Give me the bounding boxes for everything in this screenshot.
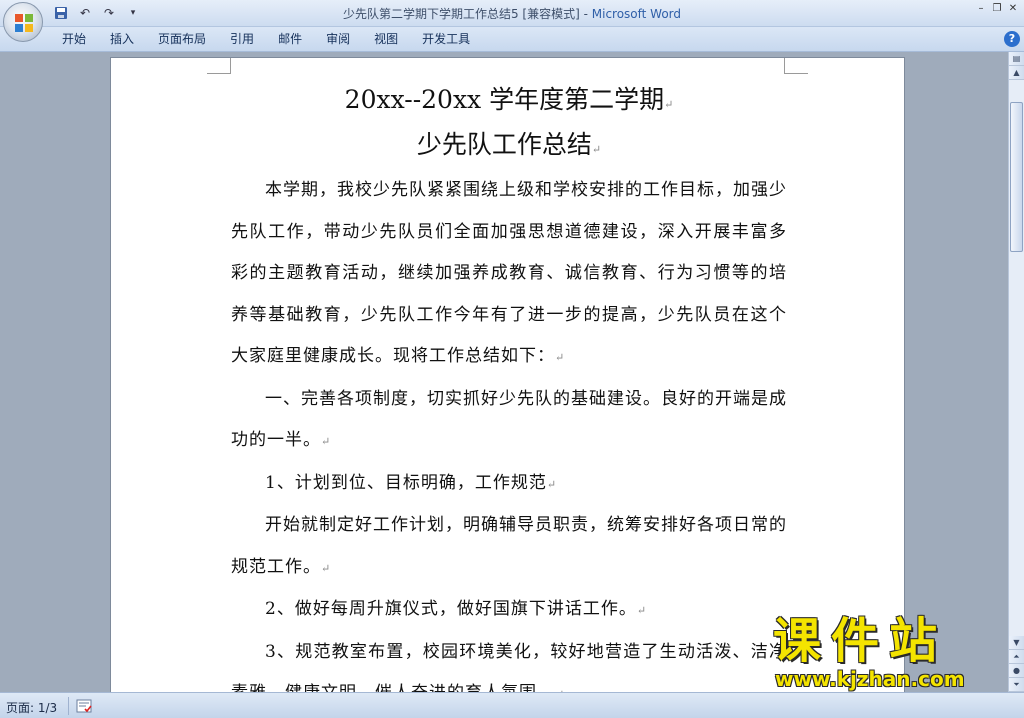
margin-corner-mark: [207, 58, 231, 74]
paragraph-mark: ↵: [664, 98, 674, 111]
body-paragraph: 开始就制定好工作计划，明确辅导员职责，统筹安排好各项日常的规范工作。↵: [231, 505, 787, 589]
browse-object-icon[interactable]: ●: [1009, 664, 1024, 678]
paragraph-mark: ↵: [546, 477, 558, 491]
watermark-url: www.kjzhan.com: [775, 667, 965, 691]
ribbon: 开始 插入 页面布局 引用 邮件 审阅 视图 开发工具 ?: [0, 27, 1024, 52]
status-bar: 页面: 1/3: [0, 692, 1024, 718]
document-heading: 少先队工作总结↵: [231, 125, 787, 170]
scroll-down-icon[interactable]: ▼: [1009, 636, 1024, 650]
watermark-chinese: 课件站: [773, 613, 948, 669]
tab-view[interactable]: 视图: [362, 31, 410, 47]
next-page-icon[interactable]: ⏷: [1009, 678, 1024, 692]
body-paragraph: 本学期，我校少先队紧紧围绕上级和学校安排的工作目标，加强少先队工作，带动少先队员…: [231, 170, 787, 379]
tab-page-layout[interactable]: 页面布局: [146, 31, 218, 47]
help-icon[interactable]: ?: [1004, 31, 1020, 47]
proofing-icon[interactable]: [76, 698, 92, 714]
paragraph-text: 本学期，我校少先队紧紧围绕上级和学校安排的工作目标，加强少先队工作，带动少先队员…: [231, 180, 787, 366]
window-title: 少先队第二学期下学期工作总结5 [兼容模式] - Microsoft Word: [0, 5, 1024, 22]
body-paragraph: 2、做好每周升旗仪式，做好国旗下讲话工作。↵: [231, 589, 787, 632]
document-page[interactable]: 20xx--20xx 学年度第二学期↵ 少先队工作总结↵ 本学期，我校少先队紧紧…: [110, 57, 905, 692]
paragraph-text: 开始就制定好工作计划，明确辅导员职责，统筹安排好各项日常的规范工作。: [231, 515, 787, 577]
tab-home[interactable]: 开始: [50, 31, 98, 47]
document-heading: 20xx--20xx 学年度第二学期↵: [231, 80, 787, 125]
scroll-nav-group: ▼ ⏶ ● ⏷: [1009, 636, 1024, 692]
ribbon-tabs: 开始 插入 页面布局 引用 邮件 审阅 视图 开发工具: [50, 31, 482, 47]
heading-line-2: 少先队工作总结: [416, 130, 592, 159]
body-paragraph: 1、计划到位、目标明确，工作规范↵: [231, 463, 787, 506]
minimize-icon[interactable]: –: [974, 2, 988, 16]
page-count-status[interactable]: 页面: 1/3: [6, 699, 57, 716]
site-watermark: 课件站 www.kjzhan.com: [773, 614, 1008, 692]
paragraph-mark: ↵: [591, 143, 602, 156]
close-icon[interactable]: ✕: [1006, 2, 1020, 16]
paragraph-mark: ↵: [555, 351, 566, 364]
restore-icon[interactable]: ❐: [990, 2, 1004, 16]
paragraph-mark: ↵: [321, 435, 332, 448]
heading-line-1: 20xx--20xx 学年度第二学期: [344, 85, 665, 114]
document-body[interactable]: 20xx--20xx 学年度第二学期↵ 少先队工作总结↵ 本学期，我校少先队紧紧…: [231, 80, 787, 692]
app-name: Microsoft Word: [591, 7, 682, 21]
document-title: 少先队第二学期下学期工作总结5 [兼容模式] -: [342, 7, 592, 21]
title-bar: ↶ ↷ ▾ 少先队第二学期下学期工作总结5 [兼容模式] - Microsoft…: [0, 0, 1024, 27]
paragraph-mark: ↵: [636, 604, 648, 617]
previous-page-icon[interactable]: ⏶: [1009, 650, 1024, 664]
document-workspace: 20xx--20xx 学年度第二学期↵ 少先队工作总结↵ 本学期，我校少先队紧紧…: [0, 52, 1008, 692]
paragraph-text: 3、规范教室布置，校园环境美化，较好地营造了生动活泼、洁净素雅、健康文明、催人奋…: [231, 641, 787, 693]
body-paragraph: 一、完善各项制度，切实抓好少先队的基础建设。良好的开端是成功的一半。↵: [231, 379, 787, 463]
tab-references[interactable]: 引用: [218, 31, 266, 47]
body-paragraph: 3、规范教室布置，校园环境美化，较好地营造了生动活泼、洁净素雅、健康文明、催人奋…: [231, 632, 787, 693]
paragraph-mark: ↵: [321, 561, 332, 575]
vertical-scrollbar[interactable]: ▤ ▲ ▼ ⏶ ● ⏷: [1008, 52, 1024, 692]
tab-mailings[interactable]: 邮件: [266, 31, 314, 47]
paragraph-text: 1、计划到位、目标明确，工作规范: [265, 472, 547, 493]
tab-insert[interactable]: 插入: [98, 31, 146, 47]
office-button[interactable]: [3, 2, 43, 42]
paragraph-text: 一、完善各项制度，切实抓好少先队的基础建设。良好的开端是成功的一半。: [231, 388, 787, 451]
status-divider: [68, 697, 69, 715]
ruler-toggle-icon[interactable]: ▤: [1009, 52, 1024, 66]
window-controls: – ❐ ✕: [974, 2, 1020, 16]
paragraph-text: 2、做好每周升旗仪式，做好国旗下讲话工作。: [265, 599, 637, 619]
tab-review[interactable]: 审阅: [314, 31, 362, 47]
margin-corner-mark: [784, 58, 808, 74]
tab-developer[interactable]: 开发工具: [410, 31, 482, 47]
scroll-up-icon[interactable]: ▲: [1009, 66, 1024, 80]
scroll-thumb[interactable]: [1010, 102, 1023, 252]
office-logo-icon: [15, 14, 33, 32]
